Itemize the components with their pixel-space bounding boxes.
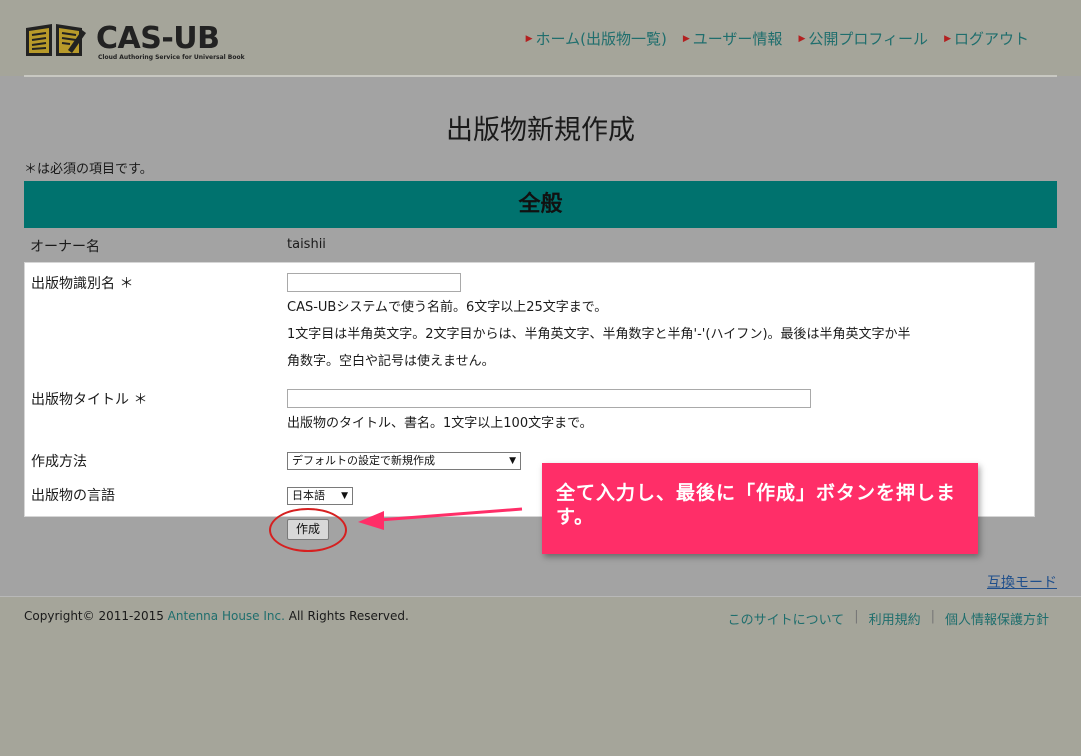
title-label: 出版物タイトル ＊	[31, 392, 148, 408]
nav-logout[interactable]: ▶ ログアウト	[944, 28, 1029, 49]
site-header: CAS-UB Cloud Authoring Service for Unive…	[0, 0, 1081, 77]
language-select[interactable]: 日本語 ▼	[287, 487, 353, 505]
section-header-general: 全般	[24, 181, 1057, 228]
logo-name: CAS-UB	[96, 21, 220, 56]
callout-text: 全て入力し、最後に「作成」ボタンを押します。	[556, 482, 957, 528]
nav-home-label: ホーム(出版物一覧)	[535, 30, 667, 48]
book-pen-icon	[24, 22, 86, 58]
nav-public-profile-label: 公開プロフィール	[808, 30, 929, 48]
copyright: Copyright© 2011-2015 Antenna House Inc. …	[24, 609, 409, 623]
identifier-input[interactable]	[287, 273, 461, 292]
main-nav: ▶ ホーム(出版物一覧) ▶ ユーザー情報 ▶ 公開プロフィール ▶ ログアウト	[526, 28, 1029, 49]
footer-separator: |	[930, 609, 935, 624]
nav-user-info-label: ユーザー情報	[692, 30, 783, 48]
compat-mode-link[interactable]: 互換モード	[987, 572, 1057, 592]
logo[interactable]: CAS-UB Cloud Authoring Service for Unive…	[24, 22, 245, 62]
language-select-value: 日本語	[292, 489, 325, 502]
triangle-right-icon: ▶	[798, 33, 806, 44]
company-link[interactable]: Antenna House Inc.	[168, 609, 285, 623]
identifier-help-1: CAS-UBシステムで使う名前。6文字以上25文字まで。	[287, 300, 608, 315]
logo-tagline: Cloud Authoring Service for Universal Bo…	[98, 54, 245, 61]
triangle-right-icon: ▶	[682, 33, 690, 44]
owner-label: オーナー名	[30, 239, 100, 255]
identifier-help-2: 1文字目は半角英文字。2文字目からは、半角英文字、半角数字と半角'-'(ハイフン…	[287, 327, 911, 342]
dropdown-arrow-icon: ▼	[341, 491, 348, 501]
footer-separator: |	[854, 609, 859, 624]
method-label: 作成方法	[31, 454, 87, 470]
required-note: ＊は必須の項目です。	[24, 162, 153, 177]
method-select-value: デフォルトの設定で新規作成	[292, 454, 435, 467]
instruction-callout: 全て入力し、最後に「作成」ボタンを押します。	[542, 463, 978, 554]
triangle-right-icon: ▶	[944, 33, 951, 44]
triangle-right-icon: ▶	[525, 33, 533, 44]
nav-home[interactable]: ▶ ホーム(出版物一覧)	[526, 28, 667, 49]
copyright-prefix: Copyright© 2011-2015	[24, 609, 168, 623]
footer-link-privacy[interactable]: 個人情報保護方針	[945, 609, 1049, 628]
page-title: 出版物新規作成	[446, 115, 635, 146]
owner-value: taishii	[287, 237, 326, 252]
site-footer: Copyright© 2011-2015 Antenna House Inc. …	[0, 597, 1081, 756]
footer-links: このサイトについて | 利用規約 | 個人情報保護方針	[728, 609, 1049, 628]
footer-link-terms[interactable]: 利用規約	[869, 609, 921, 628]
header-divider	[24, 75, 1057, 77]
copyright-suffix: All Rights Reserved.	[284, 609, 409, 623]
nav-logout-label: ログアウト	[953, 30, 1029, 48]
highlight-circle	[269, 508, 347, 552]
footer-link-about[interactable]: このサイトについて	[728, 609, 845, 628]
title-input[interactable]	[287, 389, 811, 408]
language-label: 出版物の言語	[31, 488, 115, 504]
title-help: 出版物のタイトル、書名。1文字以上100文字まで。	[287, 416, 593, 431]
identifier-help-3: 角数字。空白や記号は使えません。	[287, 354, 495, 369]
nav-user-info[interactable]: ▶ ユーザー情報	[683, 28, 783, 49]
dropdown-arrow-icon: ▼	[509, 456, 516, 466]
method-select[interactable]: デフォルトの設定で新規作成 ▼	[287, 452, 521, 470]
identifier-label: 出版物識別名 ＊	[31, 276, 134, 292]
nav-public-profile[interactable]: ▶ 公開プロフィール	[798, 28, 928, 49]
